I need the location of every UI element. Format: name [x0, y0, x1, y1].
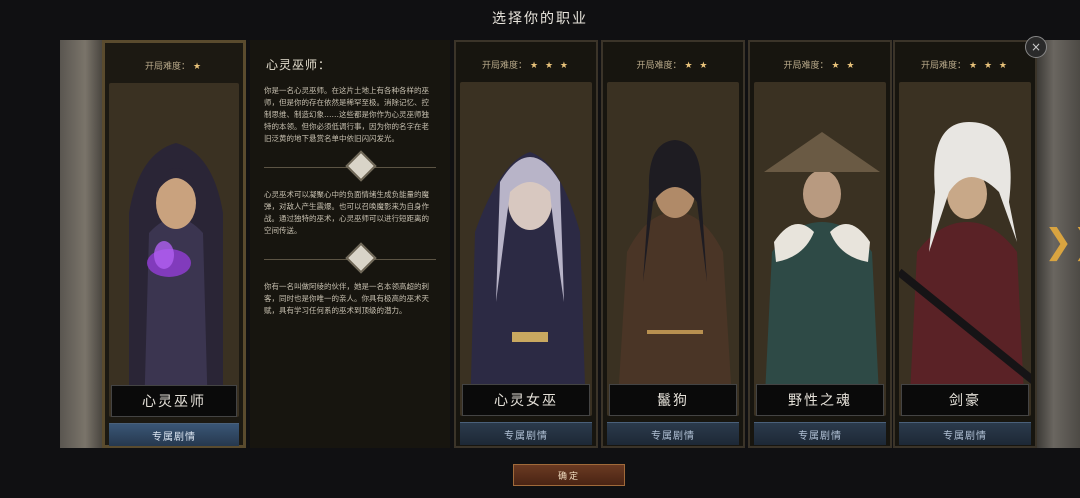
next-page-icon[interactable]: ❯❯	[1044, 222, 1080, 262]
character-portrait	[109, 83, 239, 417]
class-name: 野性之魂	[756, 384, 884, 416]
description-skills: 心灵巫术可以凝聚心中的负面情绪生成负能量的魔弹，对敌人产生震爆。也可以召唤魔影来…	[264, 190, 429, 235]
story-button[interactable]: 专属剧情	[754, 422, 886, 445]
close-button[interactable]: ×	[1025, 36, 1047, 58]
description-title: 心灵巫师：	[266, 58, 332, 72]
class-name: 心灵女巫	[462, 384, 590, 416]
selected-class-card[interactable]: 开局难度： ★ 心灵巫师 专属剧情	[102, 40, 246, 448]
class-card-wild-soul[interactable]: 开局难度： ★ ★ 野性之魂 专属剧情	[748, 40, 892, 448]
story-button[interactable]: 专属剧情	[607, 422, 739, 445]
difficulty-stars: ★ ★	[831, 61, 857, 71]
story-button[interactable]: 专属剧情	[109, 423, 239, 446]
story-button[interactable]: 专属剧情	[899, 422, 1031, 445]
divider	[264, 242, 436, 274]
class-card-swordmaster[interactable]: 开局难度： ★ ★ ★ 剑豪 专属剧情	[893, 40, 1037, 448]
difficulty-label: 开局难度：	[636, 61, 682, 71]
description-intro: 你是一名心灵巫师。在这片土地上有各种各样的巫师，但是你的存在依然是稀罕至极。消除…	[264, 86, 429, 143]
class-name: 鬣狗	[609, 384, 737, 416]
companion-icon	[345, 242, 377, 274]
difficulty-stars: ★ ★ ★	[530, 61, 570, 71]
page-title: 选择你的职业	[492, 11, 588, 27]
skill-icon	[345, 150, 377, 182]
difficulty-stars: ★ ★ ★	[969, 61, 1009, 71]
character-portrait	[607, 82, 739, 416]
difficulty-label: 开局难度：	[921, 61, 967, 71]
story-button[interactable]: 专属剧情	[460, 422, 592, 445]
difficulty-stars: ★ ★	[684, 61, 710, 71]
difficulty-label: 开局难度：	[144, 62, 190, 72]
difficulty-row: 开局难度： ★ ★	[603, 58, 743, 71]
divider	[264, 150, 436, 182]
class-name: 心灵巫师	[111, 385, 237, 417]
description-companion: 你有一名叫做阿绫的伙伴，她是一名本领高超的刺客，同时也是你唯一的亲人。你具有极高…	[264, 282, 429, 315]
difficulty-row: 开局难度： ★	[105, 59, 243, 72]
class-name: 剑豪	[901, 384, 1029, 416]
difficulty-row: 开局难度： ★ ★ ★	[456, 58, 596, 71]
character-portrait	[460, 82, 592, 416]
confirm-button[interactable]: 确定	[513, 464, 625, 486]
class-card-hyena[interactable]: 开局难度： ★ ★ 鬣狗 专属剧情	[601, 40, 745, 448]
class-card-psychic-witch[interactable]: 开局难度： ★ ★ ★ 心灵女巫 专属剧情	[454, 40, 598, 448]
difficulty-stars: ★	[192, 62, 204, 72]
character-portrait	[899, 82, 1031, 416]
class-description-panel: 心灵巫师： 你是一名心灵巫师。在这片土地上有各种各样的巫师，但是你的存在依然是稀…	[250, 40, 450, 448]
difficulty-label: 开局难度：	[482, 61, 528, 71]
difficulty-row: 开局难度： ★ ★ ★	[895, 58, 1035, 71]
background-left	[60, 40, 102, 448]
character-portrait	[754, 82, 886, 416]
difficulty-row: 开局难度： ★ ★	[750, 58, 890, 71]
difficulty-label: 开局难度：	[783, 61, 829, 71]
